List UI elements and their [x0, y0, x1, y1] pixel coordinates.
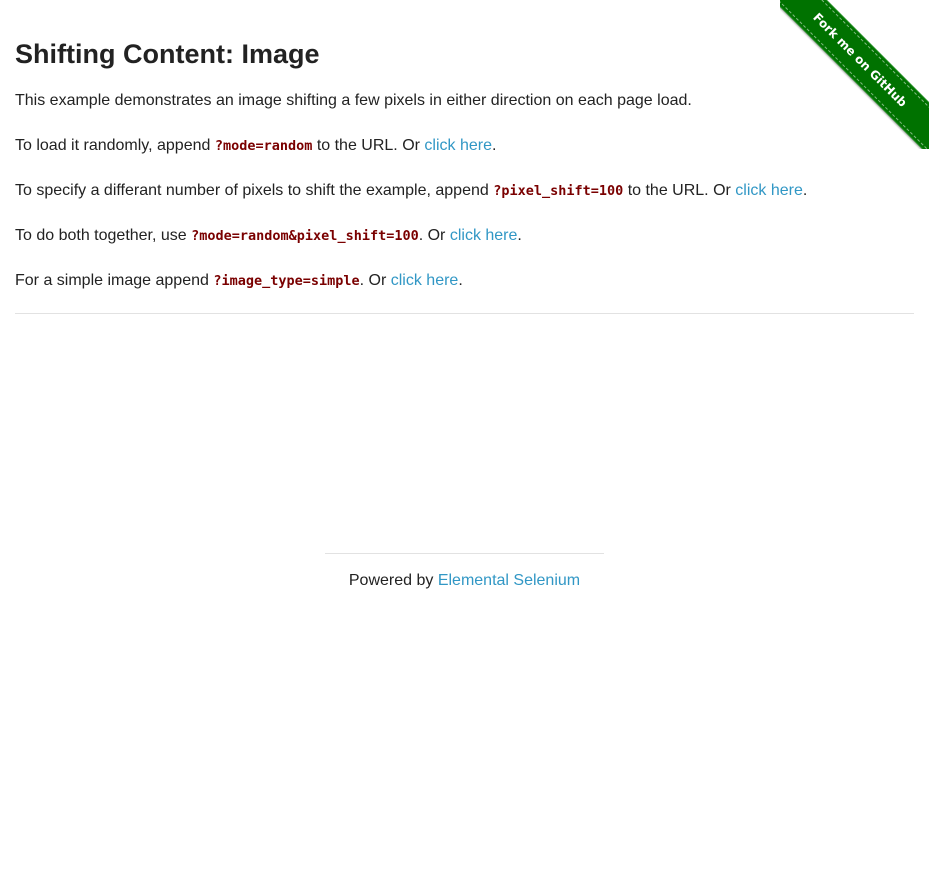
github-ribbon-container: Fork me on GitHub — [780, 0, 929, 149]
instruction-text: . — [458, 272, 463, 289]
footer-divider — [325, 553, 604, 554]
intro-text: This example demonstrates an image shift… — [15, 92, 692, 109]
random-mode-instruction: To load it randomly, append ?mode=random… — [15, 136, 496, 156]
instruction-text: To load it randomly, append — [15, 137, 215, 154]
combined-param: ?mode=random&pixel_shift=100 — [191, 228, 419, 244]
instruction-text: To specify a differant number of pixels … — [15, 182, 494, 199]
combined-link[interactable]: click here — [450, 227, 518, 244]
instruction-text: . — [802, 182, 808, 199]
pixel-shift-instruction: To specify a differant number of pixels … — [15, 181, 807, 201]
footer-text: Powered by — [348, 572, 438, 589]
instruction-text: To do both together, use — [15, 227, 192, 244]
instruction-text: to the URL. Or — [623, 182, 736, 199]
instruction-text: For a simple image append — [15, 272, 214, 289]
random-mode-param: ?mode=random — [214, 138, 313, 154]
content-divider — [15, 313, 914, 314]
instruction-text: . Or — [359, 272, 391, 289]
fork-on-github-ribbon[interactable]: Fork me on GitHub — [780, 0, 929, 149]
pixel-shift-param: ?pixel_shift=100 — [493, 183, 624, 199]
page-title: Shifting Content: Image — [15, 39, 320, 69]
random-mode-link[interactable]: click here — [424, 137, 492, 154]
instruction-text: . — [517, 227, 522, 244]
instruction-text: . Or — [418, 227, 450, 244]
simple-image-link[interactable]: click here — [391, 272, 459, 289]
instruction-text: to the URL. Or — [312, 137, 425, 154]
instruction-text: . — [492, 137, 497, 154]
footer: Powered by Elemental Selenium — [0, 571, 929, 591]
simple-image-param: ?image_type=simple — [213, 273, 360, 289]
simple-image-instruction: For a simple image append ?image_type=si… — [15, 271, 463, 291]
combined-instruction: To do both together, use ?mode=random&pi… — [15, 226, 522, 246]
elemental-selenium-link[interactable]: Elemental Selenium — [438, 572, 580, 589]
pixel-shift-link[interactable]: click here — [735, 182, 803, 199]
